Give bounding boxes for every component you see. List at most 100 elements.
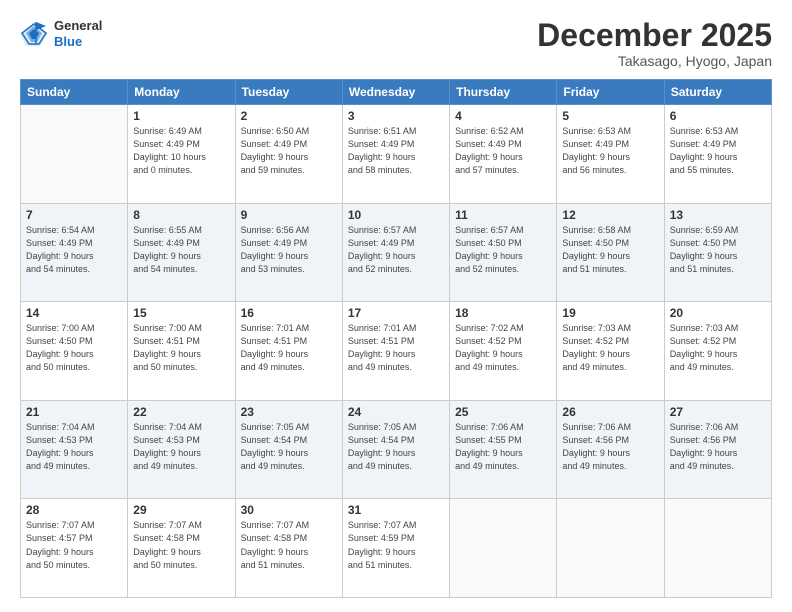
week-row-5: 28Sunrise: 7:07 AMSunset: 4:57 PMDayligh… [21, 499, 772, 598]
day-cell: 22 Sunrise: 7:04 AMSunset: 4:53 PMDayligh… [128, 400, 235, 499]
day-cell: 26 Sunrise: 7:06 AMSunset: 4:56 PMDayligh… [557, 400, 664, 499]
day-info: Sunrise: 7:06 AMSunset: 4:56 PMDaylight:… [562, 421, 658, 473]
day-info: Sunrise: 7:06 AMSunset: 4:55 PMDaylight:… [455, 421, 551, 473]
day-number: 8 [133, 208, 229, 222]
day-info: Sunrise: 7:07 AMSunset: 4:59 PMDaylight:… [348, 519, 444, 571]
header-monday: Monday [128, 80, 235, 105]
day-info: Sunrise: 6:55 AMSunset: 4:49 PMDaylight:… [133, 224, 229, 276]
header-friday: Friday [557, 80, 664, 105]
day-cell: 23 Sunrise: 7:05 AMSunset: 4:54 PMDayligh… [235, 400, 342, 499]
day-cell: 24Sunrise: 7:05 AMSunset: 4:54 PMDayligh… [342, 400, 449, 499]
day-number: 23 [241, 405, 337, 419]
day-cell: 7 Sunrise: 6:54 AMSunset: 4:49 PMDaylight… [21, 203, 128, 302]
day-info: Sunrise: 6:59 AMSunset: 4:50 PMDaylight:… [670, 224, 766, 276]
logo-icon [20, 20, 50, 48]
day-info: Sunrise: 7:03 AMSunset: 4:52 PMDaylight:… [670, 322, 766, 374]
day-info: Sunrise: 6:57 AMSunset: 4:49 PMDaylight:… [348, 224, 444, 276]
header: General Blue December 2025 Takasago, Hyo… [20, 18, 772, 69]
day-cell: 28Sunrise: 7:07 AMSunset: 4:57 PMDayligh… [21, 499, 128, 598]
day-cell: 3Sunrise: 6:51 AMSunset: 4:49 PMDaylight… [342, 105, 449, 204]
day-cell: 5Sunrise: 6:53 AMSunset: 4:49 PMDaylight… [557, 105, 664, 204]
day-number: 1 [133, 109, 229, 123]
calendar-header-row: SundayMondayTuesdayWednesdayThursdayFrid… [21, 80, 772, 105]
logo: General Blue [20, 18, 102, 49]
day-info: Sunrise: 7:07 AMSunset: 4:58 PMDaylight:… [241, 519, 337, 571]
day-cell: 4Sunrise: 6:52 AMSunset: 4:49 PMDaylight… [450, 105, 557, 204]
day-number: 18 [455, 306, 551, 320]
day-cell [557, 499, 664, 598]
day-info: Sunrise: 7:05 AMSunset: 4:54 PMDaylight:… [241, 421, 337, 473]
day-number: 27 [670, 405, 766, 419]
day-number: 16 [241, 306, 337, 320]
day-number: 6 [670, 109, 766, 123]
day-cell: 31 Sunrise: 7:07 AMSunset: 4:59 PMDayligh… [342, 499, 449, 598]
header-tuesday: Tuesday [235, 80, 342, 105]
day-cell: 8 Sunrise: 6:55 AMSunset: 4:49 PMDaylight… [128, 203, 235, 302]
day-info: Sunrise: 7:04 AMSunset: 4:53 PMDaylight:… [133, 421, 229, 473]
day-cell: 20 Sunrise: 7:03 AMSunset: 4:52 PMDayligh… [664, 302, 771, 401]
day-info: Sunrise: 7:00 AMSunset: 4:50 PMDaylight:… [26, 322, 122, 374]
day-info: Sunrise: 7:07 AMSunset: 4:58 PMDaylight:… [133, 519, 229, 571]
day-info: Sunrise: 7:07 AMSunset: 4:57 PMDaylight:… [26, 519, 122, 571]
day-cell: 18 Sunrise: 7:02 AMSunset: 4:52 PMDayligh… [450, 302, 557, 401]
location: Takasago, Hyogo, Japan [537, 53, 772, 69]
day-info: Sunrise: 7:00 AMSunset: 4:51 PMDaylight:… [133, 322, 229, 374]
day-number: 12 [562, 208, 658, 222]
day-cell [664, 499, 771, 598]
day-cell: 15Sunrise: 7:00 AMSunset: 4:51 PMDayligh… [128, 302, 235, 401]
day-info: Sunrise: 7:01 AMSunset: 4:51 PMDaylight:… [348, 322, 444, 374]
day-cell: 17Sunrise: 7:01 AMSunset: 4:51 PMDayligh… [342, 302, 449, 401]
day-cell: 27 Sunrise: 7:06 AMSunset: 4:56 PMDayligh… [664, 400, 771, 499]
day-number: 9 [241, 208, 337, 222]
day-cell: 12 Sunrise: 6:58 AMSunset: 4:50 PMDayligh… [557, 203, 664, 302]
day-number: 21 [26, 405, 122, 419]
day-number: 11 [455, 208, 551, 222]
day-number: 31 [348, 503, 444, 517]
day-cell: 10 Sunrise: 6:57 AMSunset: 4:49 PMDayligh… [342, 203, 449, 302]
day-cell: 1 Sunrise: 6:49 AMSunset: 4:49 PMDaylight… [128, 105, 235, 204]
day-info: Sunrise: 6:58 AMSunset: 4:50 PMDaylight:… [562, 224, 658, 276]
day-info: Sunrise: 6:56 AMSunset: 4:49 PMDaylight:… [241, 224, 337, 276]
day-cell: 30Sunrise: 7:07 AMSunset: 4:58 PMDayligh… [235, 499, 342, 598]
header-wednesday: Wednesday [342, 80, 449, 105]
day-info: Sunrise: 6:54 AMSunset: 4:49 PMDaylight:… [26, 224, 122, 276]
day-cell: 6Sunrise: 6:53 AMSunset: 4:49 PMDaylight… [664, 105, 771, 204]
day-info: Sunrise: 6:52 AMSunset: 4:49 PMDaylight:… [455, 125, 551, 177]
day-info: Sunrise: 6:53 AMSunset: 4:49 PMDaylight:… [562, 125, 658, 177]
day-number: 26 [562, 405, 658, 419]
day-cell: 2 Sunrise: 6:50 AMSunset: 4:49 PMDaylight… [235, 105, 342, 204]
week-row-4: 21 Sunrise: 7:04 AMSunset: 4:53 PMDayligh… [21, 400, 772, 499]
day-number: 2 [241, 109, 337, 123]
day-info: Sunrise: 7:06 AMSunset: 4:56 PMDaylight:… [670, 421, 766, 473]
header-saturday: Saturday [664, 80, 771, 105]
day-cell [21, 105, 128, 204]
day-number: 3 [348, 109, 444, 123]
day-info: Sunrise: 7:02 AMSunset: 4:52 PMDaylight:… [455, 322, 551, 374]
calendar-table: SundayMondayTuesdayWednesdayThursdayFrid… [20, 79, 772, 598]
logo-line2: Blue [54, 34, 102, 50]
day-cell: 21 Sunrise: 7:04 AMSunset: 4:53 PMDayligh… [21, 400, 128, 499]
logo-line1: General [54, 18, 102, 34]
day-number: 24 [348, 405, 444, 419]
day-cell: 25Sunrise: 7:06 AMSunset: 4:55 PMDayligh… [450, 400, 557, 499]
day-info: Sunrise: 7:03 AMSunset: 4:52 PMDaylight:… [562, 322, 658, 374]
day-cell: 13Sunrise: 6:59 AMSunset: 4:50 PMDayligh… [664, 203, 771, 302]
day-number: 10 [348, 208, 444, 222]
day-cell: 11 Sunrise: 6:57 AMSunset: 4:50 PMDayligh… [450, 203, 557, 302]
title-block: December 2025 Takasago, Hyogo, Japan [537, 18, 772, 69]
day-cell: 19Sunrise: 7:03 AMSunset: 4:52 PMDayligh… [557, 302, 664, 401]
day-info: Sunrise: 7:04 AMSunset: 4:53 PMDaylight:… [26, 421, 122, 473]
day-number: 14 [26, 306, 122, 320]
day-info: Sunrise: 6:57 AMSunset: 4:50 PMDaylight:… [455, 224, 551, 276]
day-info: Sunrise: 6:49 AMSunset: 4:49 PMDaylight:… [133, 125, 229, 177]
day-number: 20 [670, 306, 766, 320]
week-row-3: 14 Sunrise: 7:00 AMSunset: 4:50 PMDayligh… [21, 302, 772, 401]
day-info: Sunrise: 6:50 AMSunset: 4:49 PMDaylight:… [241, 125, 337, 177]
day-number: 22 [133, 405, 229, 419]
day-cell: 16Sunrise: 7:01 AMSunset: 4:51 PMDayligh… [235, 302, 342, 401]
day-number: 7 [26, 208, 122, 222]
week-row-1: 1 Sunrise: 6:49 AMSunset: 4:49 PMDaylight… [21, 105, 772, 204]
day-cell: 14 Sunrise: 7:00 AMSunset: 4:50 PMDayligh… [21, 302, 128, 401]
day-cell [450, 499, 557, 598]
day-number: 29 [133, 503, 229, 517]
